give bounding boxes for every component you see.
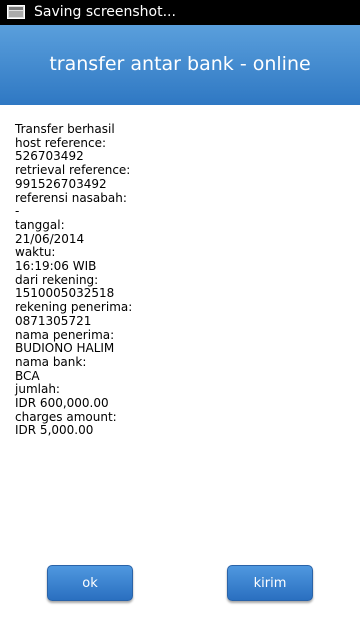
detail-line: BUDIONO HALIM — [15, 341, 115, 356]
detail-line: 526703492 — [15, 149, 84, 164]
status-text: Saving screenshot... — [34, 4, 176, 20]
detail-line: tanggal: — [15, 217, 65, 232]
detail-line: IDR 600,000.00 — [15, 396, 109, 411]
transfer-details: Transfer berhasil host reference: 526703… — [15, 122, 345, 438]
detail-line: host reference: — [15, 135, 107, 150]
title-bar: transfer antar bank - online — [0, 25, 360, 105]
detail-line: 21/06/2014 — [15, 231, 85, 246]
detail-line: rekening penerima: — [15, 300, 133, 315]
detail-line: charges amount: — [15, 409, 117, 424]
detail-line: nama penerima: — [15, 327, 115, 342]
detail-line: BCA — [15, 368, 40, 383]
detail-line: nama bank: — [15, 354, 87, 369]
detail-line: 991526703492 — [15, 176, 107, 191]
detail-line: Transfer berhasil — [15, 122, 115, 136]
detail-line: waktu: — [15, 245, 56, 260]
page-title: transfer antar bank - online — [49, 53, 311, 75]
screenshot-icon — [7, 5, 25, 19]
detail-line: dari rekening: — [15, 272, 99, 287]
detail-line: - — [15, 204, 20, 219]
kirim-button[interactable]: kirim — [227, 565, 313, 601]
detail-line: 0871305721 — [15, 313, 92, 328]
detail-line: jumlah: — [15, 382, 60, 397]
detail-line: referensi nasabah: — [15, 190, 127, 205]
status-bar: Saving screenshot... — [0, 0, 360, 25]
detail-line: retrieval reference: — [15, 163, 131, 178]
detail-line: 1510005032518 — [15, 286, 115, 301]
detail-line: 16:19:06 WIB — [15, 259, 97, 274]
detail-line: IDR 5,000.00 — [15, 423, 94, 438]
ok-button[interactable]: ok — [47, 565, 133, 601]
